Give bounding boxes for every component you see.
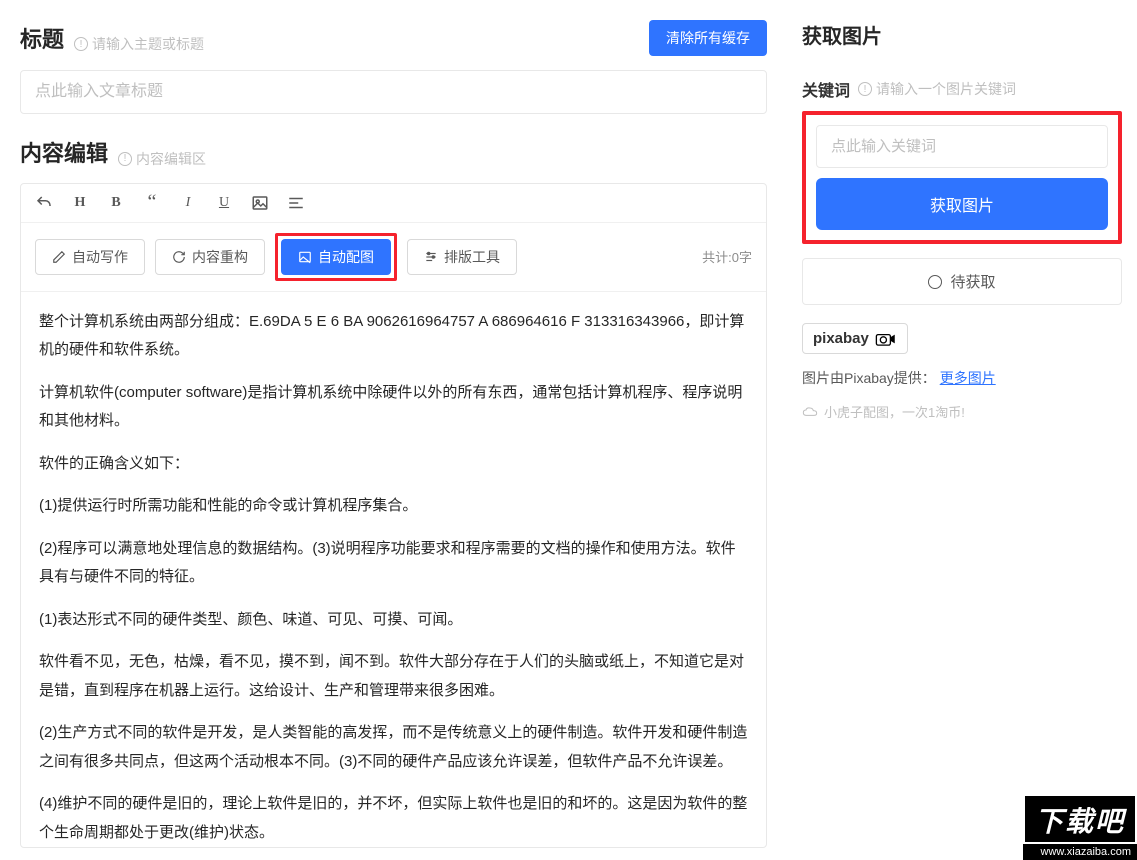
circle-icon xyxy=(928,275,942,289)
action-toolbar: 自动写作 内容重构 自动配图 排版工具 xyxy=(21,223,766,292)
info-icon: ! xyxy=(858,82,872,96)
format-toolbar: H B “ I U xyxy=(21,184,766,223)
sidebar-title: 获取图片 xyxy=(802,20,1122,49)
fetch-image-button[interactable]: 获取图片 xyxy=(816,178,1108,230)
paragraph: 整个计算机系统由两部分组成：E.69DA 5 E 6 BA 9062616964… xyxy=(39,308,748,365)
paragraph: 计算机软件(computer software)是指计算机系统中除硬件以外的所有… xyxy=(39,379,748,436)
content-edit-hint: ! 内容编辑区 xyxy=(118,149,206,169)
keyword-hint: ! 请输入一个图片关键词 xyxy=(858,79,1016,99)
info-icon: ! xyxy=(118,152,132,166)
picture-icon xyxy=(298,250,312,264)
restructure-button[interactable]: 内容重构 xyxy=(155,239,265,275)
watermark-text: 下载吧 xyxy=(1023,794,1137,844)
cloud-icon xyxy=(802,406,818,418)
word-count: 共计:0字 xyxy=(702,247,752,266)
clear-cache-button[interactable]: 清除所有缓存 xyxy=(649,20,767,56)
image-credit: 图片由Pixabay提供： 更多图片 xyxy=(802,368,1122,388)
pixabay-badge: pixabay xyxy=(802,323,908,354)
paragraph: (1)提供运行时所需功能和性能的命令或计算机程序集合。 xyxy=(39,492,748,521)
keyword-input[interactable] xyxy=(816,125,1108,168)
watermark-url: www.xiazaiba.com xyxy=(1023,844,1137,860)
footer-note: 小虎子配图，一次1淘币! xyxy=(802,402,1122,421)
content-edit-label: 内容编辑 xyxy=(20,136,108,168)
content-section-header: 内容编辑 ! 内容编辑区 xyxy=(20,136,767,169)
paragraph: (1)表达形式不同的硬件类型、颜色、味道、可见、可摸、可闻。 xyxy=(39,606,748,635)
article-title-input[interactable] xyxy=(20,70,767,114)
paragraph: (2)程序可以满意地处理信息的数据结构。(3)说明程序功能要求和程序需要的文档的… xyxy=(39,535,748,592)
main-panel: 标题 ! 请输入主题或标题 清除所有缓存 内容编辑 ! 内容编辑区 xyxy=(0,0,787,860)
title-label: 标题 xyxy=(20,22,64,54)
refresh-icon xyxy=(172,250,186,264)
auto-write-button[interactable]: 自动写作 xyxy=(35,239,145,275)
keyword-label-row: 关键词 ! 请输入一个图片关键词 xyxy=(802,77,1122,101)
layout-tool-button[interactable]: 排版工具 xyxy=(407,239,517,275)
align-icon[interactable] xyxy=(287,194,305,212)
sidebar-panel: 获取图片 关键词 ! 请输入一个图片关键词 获取图片 待获取 pixabay xyxy=(787,0,1137,860)
quote-icon[interactable]: “ xyxy=(143,194,161,212)
paragraph: (2)生产方式不同的软件是开发，是人类智能的高发挥，而不是传统意义上的硬件制造。… xyxy=(39,719,748,776)
heading-icon[interactable]: H xyxy=(71,194,89,212)
bold-icon[interactable]: B xyxy=(107,194,125,212)
editor-content[interactable]: 整个计算机系统由两部分组成：E.69DA 5 E 6 BA 9062616964… xyxy=(21,292,766,847)
info-icon: ! xyxy=(74,37,88,51)
camera-icon xyxy=(875,332,897,346)
title-hint: ! 请输入主题或标题 xyxy=(74,34,204,54)
keyword-highlight-box: 获取图片 xyxy=(802,111,1122,244)
paragraph: (4)维护不同的硬件是旧的，理论上软件是旧的，并不坏，但实际上软件也是旧的和坏的… xyxy=(39,790,748,847)
image-icon[interactable] xyxy=(251,194,269,212)
keyword-label: 关键词 xyxy=(802,77,850,101)
watermark: 下载吧 www.xiazaiba.com xyxy=(1023,794,1137,860)
editor-container: H B “ I U 自动写作 内容重构 xyxy=(20,183,767,848)
auto-image-highlight: 自动配图 xyxy=(275,233,397,281)
pencil-icon xyxy=(52,250,66,264)
undo-icon[interactable] xyxy=(35,194,53,212)
pending-button[interactable]: 待获取 xyxy=(802,258,1122,305)
title-section-header: 标题 ! 请输入主题或标题 清除所有缓存 xyxy=(20,20,767,56)
italic-icon[interactable]: I xyxy=(179,194,197,212)
auto-image-button[interactable]: 自动配图 xyxy=(281,239,391,275)
layout-icon xyxy=(424,250,438,264)
paragraph: 软件的正确含义如下： xyxy=(39,450,748,479)
more-images-link[interactable]: 更多图片 xyxy=(940,370,996,386)
underline-icon[interactable]: U xyxy=(215,194,233,212)
paragraph: 软件看不见，无色，枯燥，看不见，摸不到，闻不到。软件大部分存在于人们的头脑或纸上… xyxy=(39,648,748,705)
